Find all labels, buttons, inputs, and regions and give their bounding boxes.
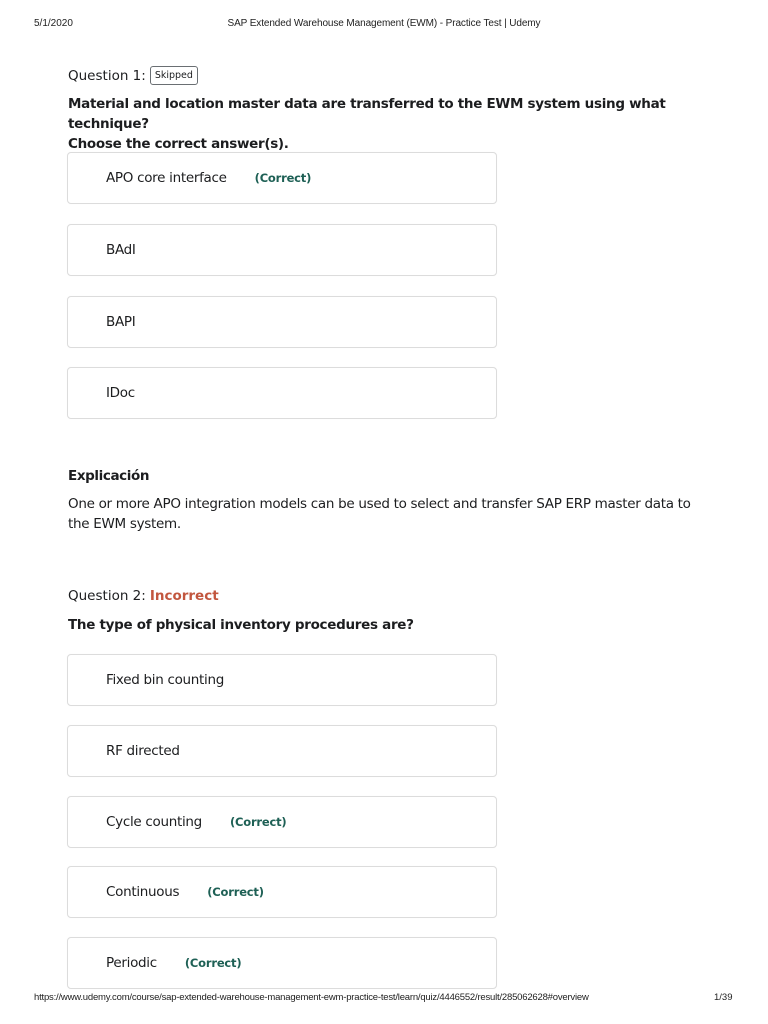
question-2-header: Question 2: Incorrect <box>68 588 219 604</box>
answer-label: APO core interface <box>106 170 227 186</box>
correct-tag: (Correct) <box>254 171 312 185</box>
question-text-line: Material and location master data are tr… <box>68 96 666 132</box>
answer-option[interactable]: IDoc <box>67 367 497 419</box>
correct-tag: (Correct) <box>229 815 287 829</box>
answer-option[interactable]: Cycle counting (Correct) <box>67 796 497 848</box>
answer-option[interactable]: Periodic (Correct) <box>67 937 497 989</box>
status-badge-skipped: Skipped <box>149 66 198 85</box>
question-1-header: Question 1: Skipped <box>68 66 198 85</box>
answer-option[interactable]: RF directed <box>67 725 497 777</box>
print-footer: https://www.udemy.com/course/sap-extende… <box>0 992 768 1006</box>
answer-label: IDoc <box>106 385 135 401</box>
print-header: 5/1/2020 SAP Extended Warehouse Manageme… <box>0 18 768 32</box>
explanation-text: One or more APO integration models can b… <box>68 496 691 532</box>
question-text-line: The type of physical inventory procedure… <box>68 617 414 633</box>
print-url: https://www.udemy.com/course/sap-extende… <box>34 992 589 1003</box>
status-incorrect: Incorrect <box>149 588 219 604</box>
question-text-line: Choose the correct answer(s). <box>68 136 289 152</box>
question-2-text: The type of physical inventory procedure… <box>68 615 708 635</box>
answer-label: BAPI <box>106 314 136 330</box>
correct-tag: (Correct) <box>184 956 242 970</box>
question-1-text: Material and location master data are tr… <box>68 94 708 154</box>
answer-label: Periodic <box>106 955 157 971</box>
answer-label: BAdI <box>106 242 136 258</box>
answer-label: Cycle counting <box>106 814 202 830</box>
correct-tag: (Correct) <box>207 885 264 899</box>
explanation-title: Explicación <box>68 468 150 484</box>
answer-label: RF directed <box>106 743 180 759</box>
answer-option[interactable]: BAPI <box>67 296 497 348</box>
answer-label: Continuous <box>106 884 180 900</box>
print-page-title: SAP Extended Warehouse Management (EWM) … <box>227 18 541 29</box>
question-number: Question 2: <box>68 588 146 604</box>
question-number: Question 1: <box>68 67 146 84</box>
answer-label: Fixed bin counting <box>106 672 225 688</box>
answer-option[interactable]: APO core interface (Correct) <box>67 152 497 204</box>
answer-option[interactable]: BAdI <box>67 224 497 276</box>
answer-option[interactable]: Fixed bin counting <box>67 654 497 706</box>
answer-option[interactable]: Continuous (Correct) <box>67 866 497 918</box>
page-number: 1/39 <box>714 992 733 1003</box>
